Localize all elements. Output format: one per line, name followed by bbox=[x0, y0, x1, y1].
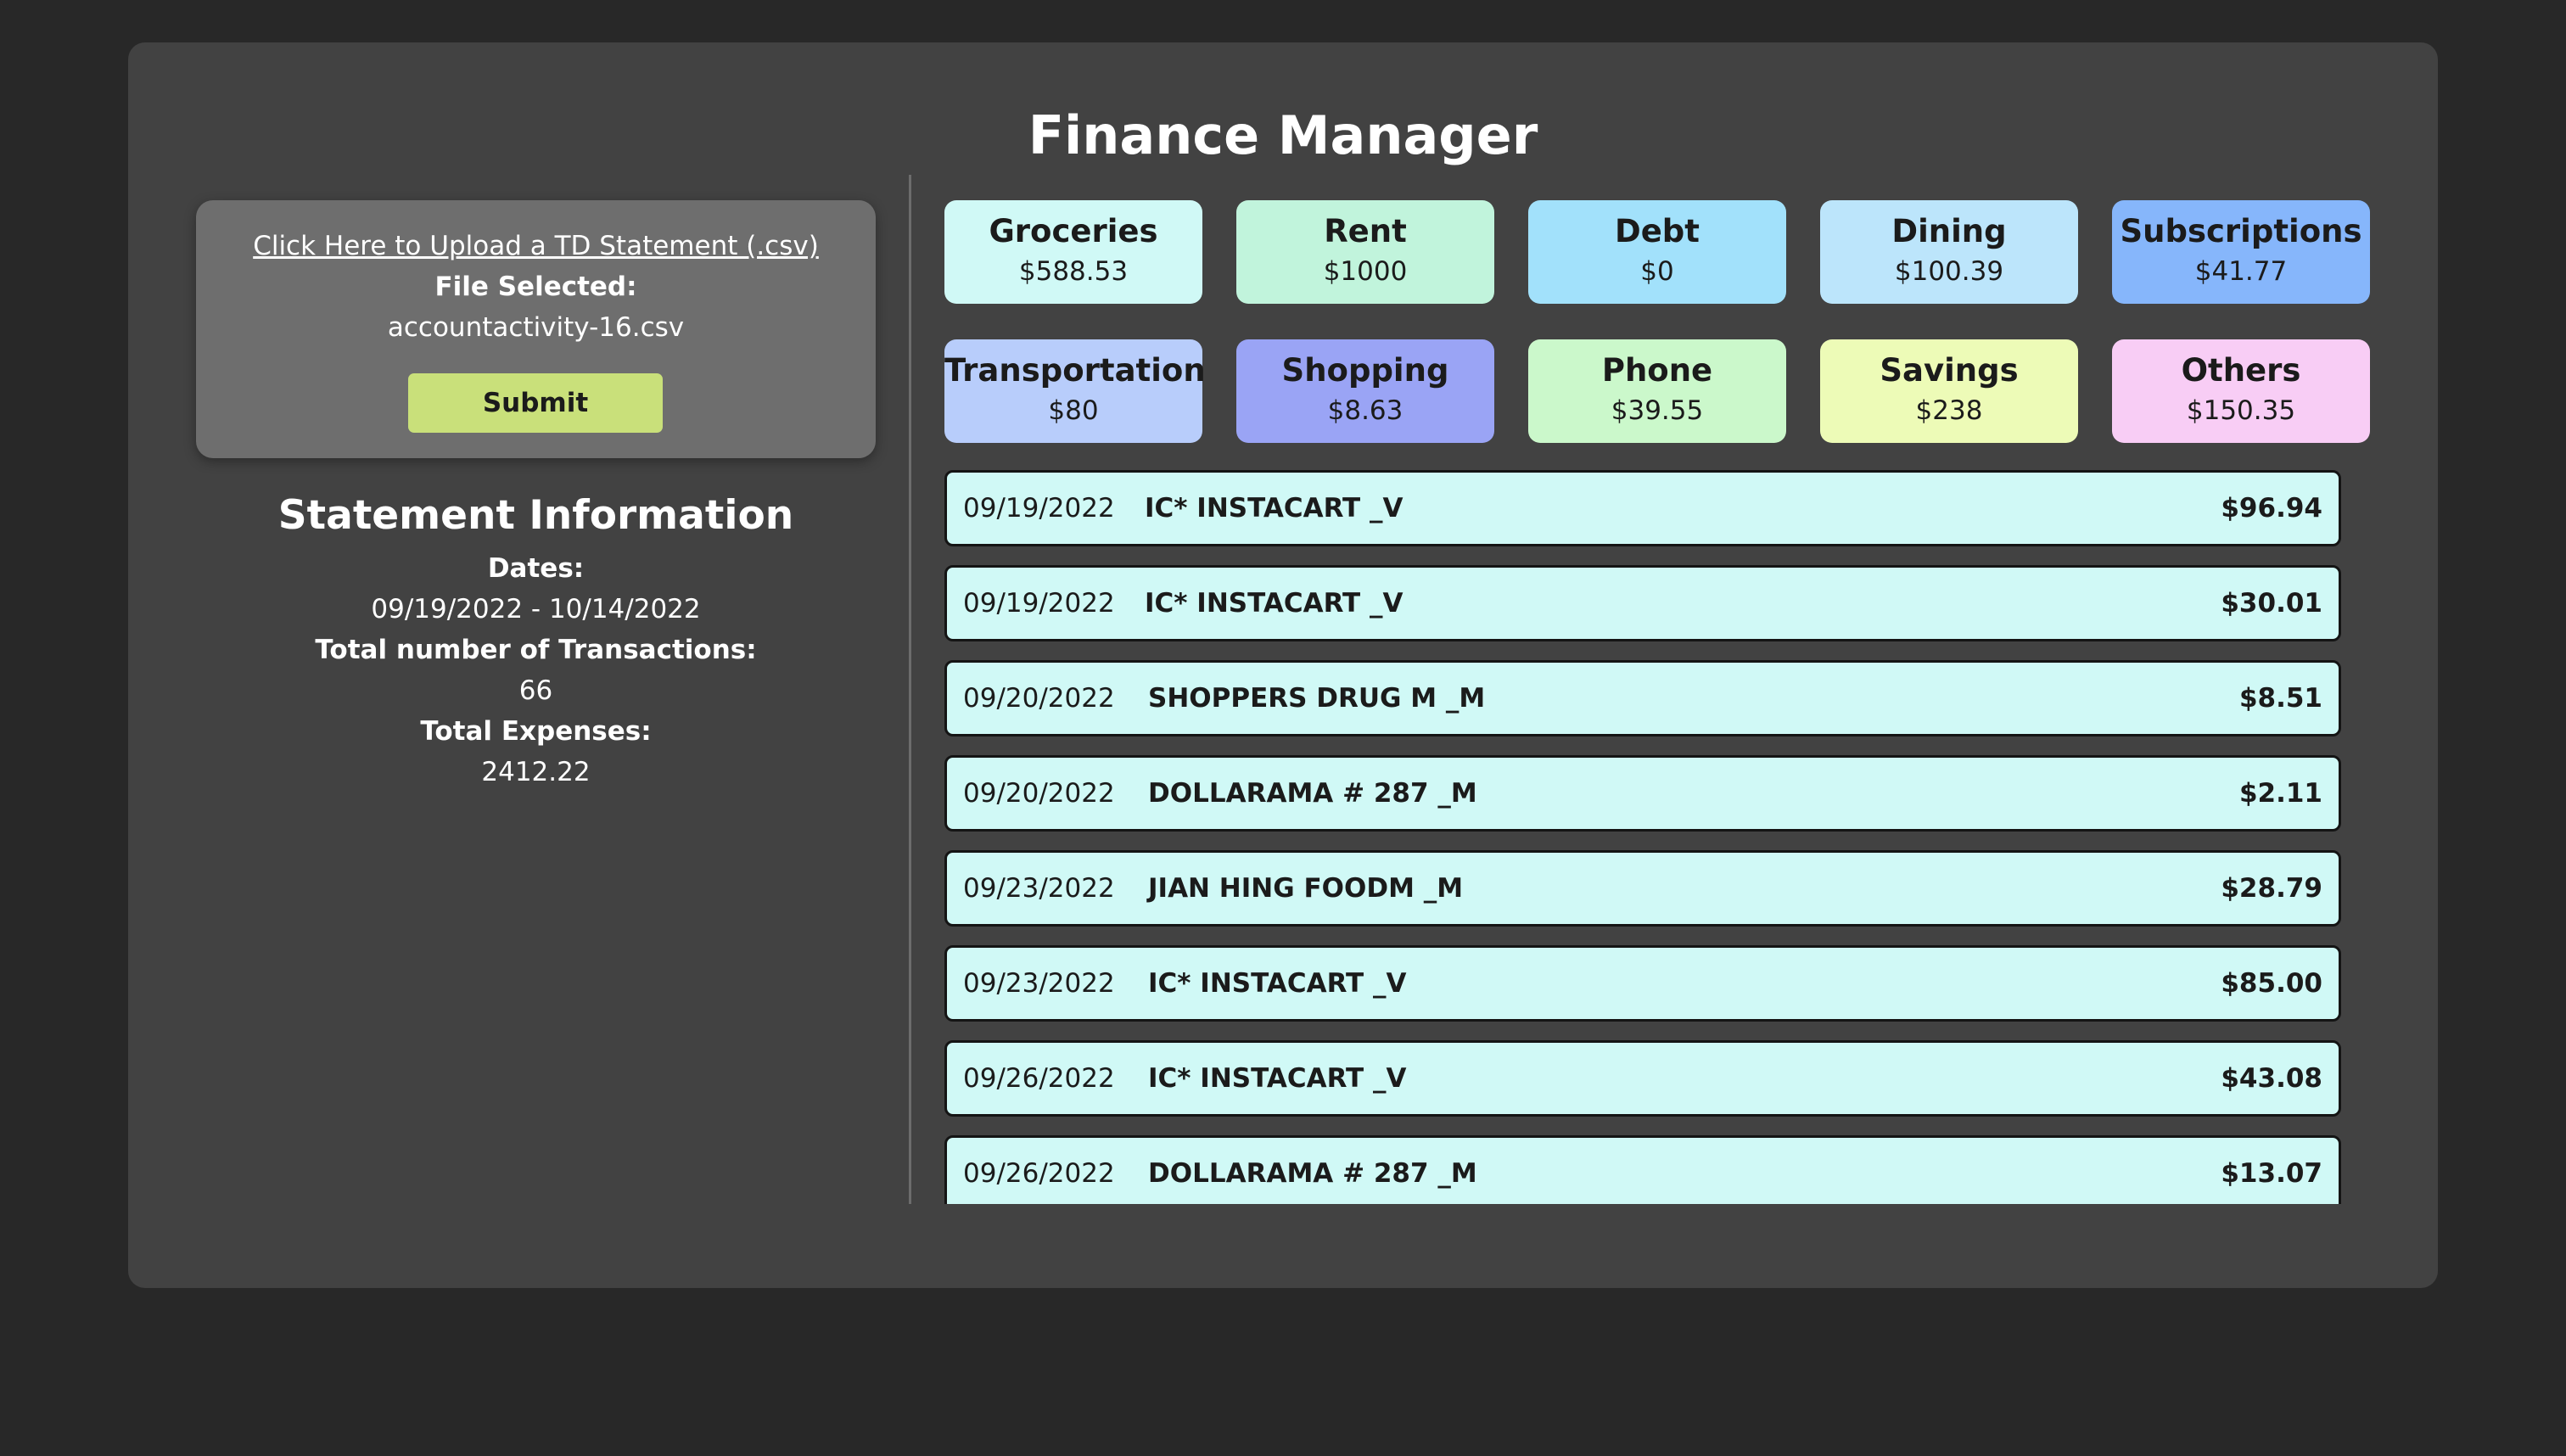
transaction-amount: $8.51 bbox=[2238, 683, 2322, 714]
transaction-date: 09/26/2022 bbox=[963, 1158, 1115, 1189]
transaction-date: 09/23/2022 bbox=[963, 873, 1115, 904]
transaction-amount: $28.79 bbox=[2221, 873, 2322, 904]
transaction-count-value: 66 bbox=[518, 675, 553, 706]
category-phone[interactable]: Phone $39.55 bbox=[1528, 339, 1786, 443]
transaction-row[interactable]: 09/20/2022 DOLLARAMA # 287 _M $2.11 bbox=[944, 755, 2341, 832]
category-name: Subscriptions bbox=[2120, 213, 2362, 249]
transaction-date: 09/23/2022 bbox=[963, 968, 1115, 999]
category-amount: $8.63 bbox=[1327, 395, 1403, 426]
page-title: Finance Manager bbox=[1028, 104, 1538, 166]
transaction-date: 09/19/2022 bbox=[963, 588, 1115, 619]
transaction-row[interactable]: 09/23/2022 JIAN HING FOODM _M $28.79 bbox=[944, 850, 2341, 927]
transaction-amount: $13.07 bbox=[2221, 1158, 2322, 1189]
category-subscriptions[interactable]: Subscriptions $41.77 bbox=[2112, 200, 2370, 304]
total-expenses-label: Total Expenses: bbox=[420, 716, 652, 747]
transaction-list[interactable]: 09/19/2022 IC* INSTACART _V $96.94 09/19… bbox=[944, 470, 2341, 1204]
transaction-description: IC* INSTACART _V bbox=[1145, 493, 1403, 524]
category-amount: $100.39 bbox=[1894, 256, 2004, 287]
transaction-amount: $43.08 bbox=[2221, 1063, 2322, 1094]
category-savings[interactable]: Savings $238 bbox=[1820, 339, 2078, 443]
transaction-description: SHOPPERS DRUG M _M bbox=[1148, 683, 1486, 714]
upload-panel: Click Here to Upload a TD Statement (.cs… bbox=[196, 200, 876, 458]
upload-statement-link[interactable]: Click Here to Upload a TD Statement (.cs… bbox=[196, 226, 876, 266]
file-selected-name: accountactivity-16.csv bbox=[387, 312, 685, 343]
dates-value: 09/19/2022 - 10/14/2022 bbox=[371, 594, 701, 624]
transaction-description: IC* INSTACART _V bbox=[1148, 1063, 1407, 1094]
dates-label: Dates: bbox=[487, 553, 585, 584]
category-name: Debt bbox=[1615, 213, 1700, 249]
transaction-amount: $30.01 bbox=[2221, 588, 2322, 619]
category-amount: $39.55 bbox=[1611, 395, 1704, 426]
category-amount: $150.35 bbox=[2186, 395, 2296, 426]
category-amount: $1000 bbox=[1323, 256, 1408, 287]
category-name: Phone bbox=[1601, 352, 1713, 389]
submit-button[interactable]: Submit bbox=[408, 373, 663, 433]
category-amount: $0 bbox=[1640, 256, 1674, 287]
transaction-date: 09/26/2022 bbox=[963, 1063, 1115, 1094]
transaction-row[interactable]: 09/19/2022 IC* INSTACART _V $30.01 bbox=[944, 565, 2341, 641]
transaction-description: DOLLARAMA # 287 _M bbox=[1148, 1158, 1477, 1189]
category-transportation[interactable]: Transportation $80 bbox=[944, 339, 1206, 443]
category-name: Groceries bbox=[989, 213, 1158, 249]
transaction-amount: $85.00 bbox=[2221, 968, 2322, 999]
transaction-date: 09/20/2022 bbox=[963, 683, 1115, 714]
column-divider bbox=[909, 175, 911, 1204]
transaction-amount: $2.11 bbox=[2238, 778, 2322, 809]
category-name: Dining bbox=[1891, 213, 2007, 249]
transaction-description: JIAN HING FOODM _M bbox=[1148, 873, 1464, 904]
transaction-description: IC* INSTACART _V bbox=[1145, 588, 1403, 619]
category-amount: $588.53 bbox=[1018, 256, 1129, 287]
category-amount: $238 bbox=[1915, 395, 1983, 426]
transaction-date: 09/19/2022 bbox=[963, 493, 1115, 524]
transaction-count-label: Total number of Transactions: bbox=[315, 635, 757, 665]
statement-info-title: Statement Information bbox=[277, 492, 794, 539]
category-name: Transportation bbox=[944, 352, 1206, 389]
category-name: Others bbox=[2181, 352, 2301, 389]
category-name: Rent bbox=[1324, 213, 1407, 249]
category-name: Shopping bbox=[1281, 352, 1449, 389]
transaction-row[interactable]: 09/26/2022 IC* INSTACART _V $43.08 bbox=[944, 1040, 2341, 1117]
category-others[interactable]: Others $150.35 bbox=[2112, 339, 2370, 443]
category-amount: $41.77 bbox=[2194, 256, 2288, 287]
category-rent[interactable]: Rent $1000 bbox=[1236, 200, 1494, 304]
file-selected-label: File Selected: bbox=[434, 272, 637, 302]
transaction-row[interactable]: 09/26/2022 DOLLARAMA # 287 _M $13.07 bbox=[944, 1135, 2341, 1204]
category-debt[interactable]: Debt $0 bbox=[1528, 200, 1786, 304]
transaction-description: IC* INSTACART _V bbox=[1148, 968, 1407, 999]
total-expenses-value: 2412.22 bbox=[481, 757, 591, 787]
transaction-date: 09/20/2022 bbox=[963, 778, 1115, 809]
category-shopping[interactable]: Shopping $8.63 bbox=[1236, 339, 1494, 443]
category-dining[interactable]: Dining $100.39 bbox=[1820, 200, 2078, 304]
category-amount: $80 bbox=[1048, 395, 1099, 426]
transaction-description: DOLLARAMA # 287 _M bbox=[1148, 778, 1477, 809]
transaction-row[interactable]: 09/20/2022 SHOPPERS DRUG M _M $8.51 bbox=[944, 660, 2341, 736]
transaction-amount: $96.94 bbox=[2221, 493, 2322, 524]
category-groceries[interactable]: Groceries $588.53 bbox=[944, 200, 1202, 304]
transaction-row[interactable]: 09/19/2022 IC* INSTACART _V $96.94 bbox=[944, 470, 2341, 546]
category-name: Savings bbox=[1880, 352, 2019, 389]
transaction-row[interactable]: 09/23/2022 IC* INSTACART _V $85.00 bbox=[944, 945, 2341, 1022]
statement-info: Statement Information Dates: 09/19/2022 … bbox=[196, 484, 876, 792]
